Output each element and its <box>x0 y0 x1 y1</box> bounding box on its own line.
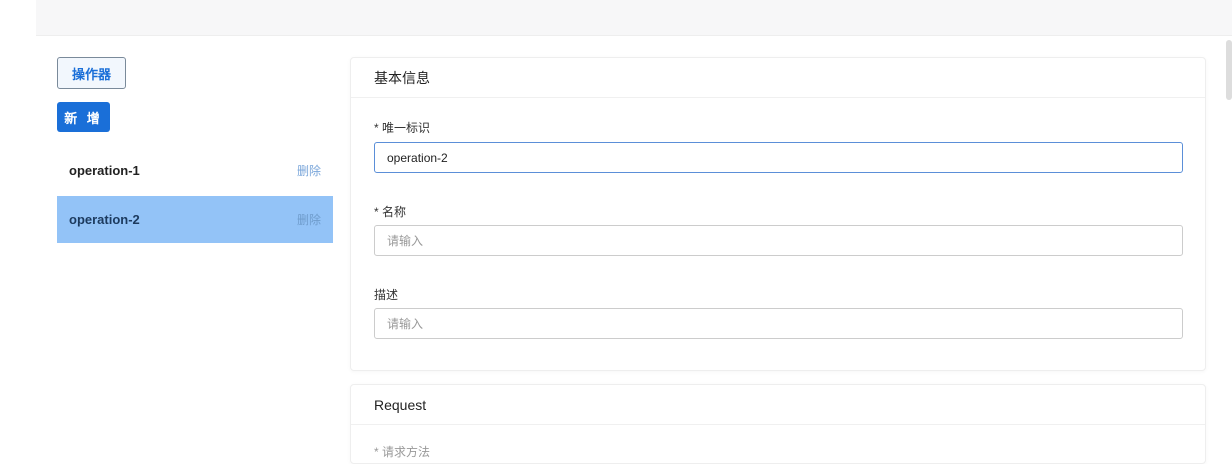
desc-label: 描述 <box>374 288 399 302</box>
scrollbar[interactable] <box>1226 40 1232 100</box>
delete-link[interactable]: 删除 <box>297 211 321 228</box>
operator-button[interactable]: 操作器 <box>57 57 126 89</box>
card-title: 基本信息 <box>351 58 1205 98</box>
item-label: operation-2 <box>69 212 140 227</box>
id-label: * 唯一标识 <box>374 121 431 135</box>
desc-input[interactable] <box>374 308 1183 339</box>
list-item-selected[interactable]: operation-2 删除 <box>57 196 333 243</box>
delete-link[interactable]: 删除 <box>297 162 321 179</box>
basic-info-card: 基本信息 * 唯一标识 * 名称 描述 <box>350 57 1206 371</box>
request-card: Request * 请求方法 <box>350 384 1206 464</box>
list-item[interactable]: operation-1 删除 <box>57 147 333 194</box>
name-label: * 名称 <box>374 205 407 219</box>
add-button[interactable]: 新 增 <box>57 102 110 132</box>
id-input[interactable] <box>374 142 1183 173</box>
top-bar <box>36 0 1232 36</box>
item-label: operation-1 <box>69 163 140 178</box>
method-label: * 请求方法 <box>374 445 431 459</box>
name-input[interactable] <box>374 225 1183 256</box>
card-title: Request <box>351 385 1205 425</box>
